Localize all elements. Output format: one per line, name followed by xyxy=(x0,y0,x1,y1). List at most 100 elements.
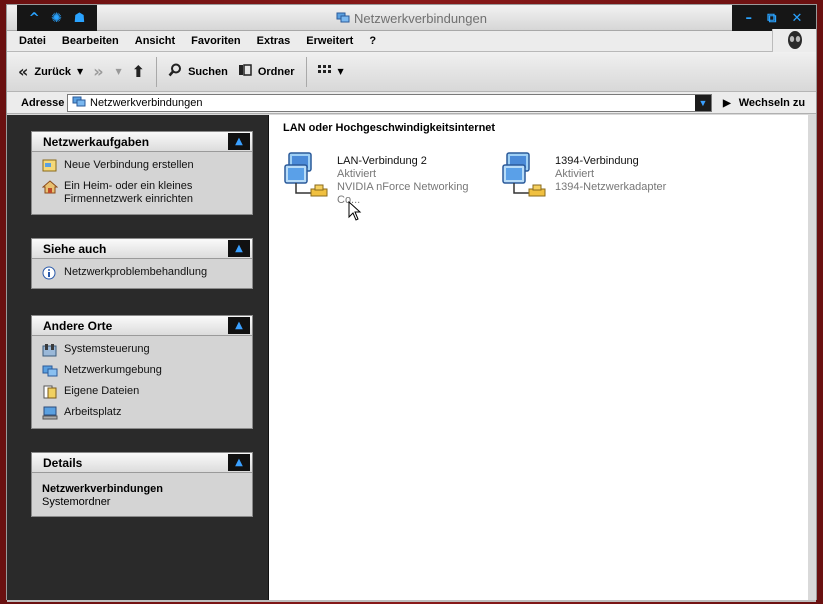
group-header: LAN oder Hochgeschwindigkeitsinternet xyxy=(283,122,496,134)
address-label: Adresse xyxy=(21,97,65,109)
title-bar[interactable]: ^ ✺ ☗ Netzwerkverbindungen – ⧉ ✕ xyxy=(7,5,816,31)
panel-body: Netzwerkproblembehandlung xyxy=(32,259,252,288)
panel-body: Neue Verbindung erstellen Ein Heim- oder… xyxy=(32,152,252,214)
place-control-panel[interactable]: Systemsteuerung xyxy=(42,343,244,357)
place-label: Arbeitsplatz xyxy=(64,406,122,418)
menu-view[interactable]: Ansicht xyxy=(135,35,175,47)
panel-title: Details xyxy=(43,455,83,470)
window-title: Netzwerkverbindungen xyxy=(7,11,816,27)
panel-header[interactable]: Siehe auch ▲ xyxy=(32,239,252,259)
window-title-text: Netzwerkverbindungen xyxy=(354,11,487,26)
search-icon xyxy=(168,62,182,81)
network-places-icon xyxy=(42,364,58,378)
task-home-network[interactable]: Ein Heim- oder ein kleines Firmennetzwer… xyxy=(41,180,244,206)
address-dropdown-icon[interactable]: ▼ xyxy=(695,95,711,111)
connection-item[interactable]: 1394-Verbindung Aktiviert 1394-Netzwerka… xyxy=(501,149,711,199)
views-grid-icon xyxy=(317,62,332,81)
search-button[interactable]: Suchen xyxy=(163,57,233,87)
documents-icon xyxy=(42,385,58,399)
title-right-controls: – ⧉ ✕ xyxy=(732,5,816,31)
windows-logo-icon xyxy=(772,29,816,53)
forward-arrow-icon: » xyxy=(93,62,104,81)
panel-header[interactable]: Andere Orte ▲ xyxy=(32,316,252,336)
toolbar-separator xyxy=(305,56,307,87)
panel-other-places: Andere Orte ▲ Systemsteuerung Netzwerkum… xyxy=(31,315,253,429)
home-network-icon xyxy=(41,180,59,194)
place-my-documents[interactable]: Eigene Dateien xyxy=(42,385,244,399)
back-label: Zurück xyxy=(34,65,72,78)
menu-tools[interactable]: Extras xyxy=(257,35,291,47)
connection-status: Aktiviert xyxy=(337,168,377,180)
search-label: Suchen xyxy=(188,65,228,78)
panel-header[interactable]: Details ▲ xyxy=(32,453,252,473)
connection-name: 1394-Verbindung xyxy=(555,155,639,167)
collapse-icon[interactable]: ▲ xyxy=(228,317,250,334)
content-pane: LAN oder Hochgeschwindigkeitsinternet LA… xyxy=(269,115,808,600)
menu-advanced[interactable]: Erweitert xyxy=(306,35,353,47)
menu-file[interactable]: Datei xyxy=(19,35,46,47)
forward-button[interactable]: » ▼ xyxy=(88,57,127,87)
up-button[interactable]: ⬆ xyxy=(127,57,150,87)
menu-help[interactable]: ? xyxy=(369,35,376,47)
go-button[interactable]: ▶ Wechseln zu xyxy=(717,94,805,112)
explorer-window: ^ ✺ ☗ Netzwerkverbindungen – ⧉ ✕ Datei B… xyxy=(6,4,817,602)
collapse-icon[interactable]: ▲ xyxy=(228,454,250,471)
address-input[interactable] xyxy=(90,97,690,109)
panel-see-also: Siehe auch ▲ Netzwerkproblembehandlung xyxy=(31,238,253,289)
task-label: Neue Verbindung erstellen xyxy=(64,159,194,171)
collapse-icon[interactable]: ▲ xyxy=(228,133,250,150)
panel-body: Systemsteuerung Netzwerkumgebung Eigene … xyxy=(32,336,252,428)
task-troubleshooter[interactable]: Netzwerkproblembehandlung xyxy=(42,266,244,280)
panel-title: Netzwerkaufgaben xyxy=(43,134,150,149)
go-arrow-icon: ▶ xyxy=(723,97,731,109)
folders-button[interactable]: Ordner xyxy=(233,57,300,87)
new-connection-icon xyxy=(42,159,58,173)
address-field[interactable]: ▼ xyxy=(67,94,712,112)
right-border xyxy=(808,115,816,600)
menu-favorites[interactable]: Favoriten xyxy=(191,35,241,47)
task-new-connection[interactable]: Neue Verbindung erstellen xyxy=(42,159,244,173)
connection-status: Aktiviert xyxy=(555,168,595,180)
address-bar: Adresse ▼ ▶ Wechseln zu xyxy=(7,92,816,114)
panel-title: Siehe auch xyxy=(43,241,107,256)
back-arrow-icon: « xyxy=(18,62,29,81)
details-name: Netzwerkverbindungen xyxy=(42,483,164,495)
connection-text: 1394-Verbindung Aktiviert 1394-Netzwerka… xyxy=(555,149,666,199)
mouse-pointer-icon xyxy=(348,201,362,221)
close-icon[interactable]: ✕ xyxy=(792,12,803,25)
place-label: Netzwerkumgebung xyxy=(64,364,162,376)
network-folder-icon xyxy=(336,12,350,27)
connection-device: 1394-Netzwerkadapter xyxy=(555,181,667,193)
up-arrow-icon: ⬆ xyxy=(131,62,146,81)
go-label: Wechseln zu xyxy=(738,97,806,109)
menu-edit[interactable]: Bearbeiten xyxy=(62,35,119,47)
views-dropdown-icon[interactable]: ▼ xyxy=(338,67,344,76)
panel-title: Andere Orte xyxy=(43,318,113,333)
network-folder-icon xyxy=(72,96,86,111)
task-pane: Netzwerkaufgaben ▲ Neue Verbindung erste… xyxy=(7,115,269,600)
back-button[interactable]: « Zurück ▼ xyxy=(13,57,88,87)
place-label: Systemsteuerung xyxy=(64,343,150,355)
toolbar: « Zurück ▼ » ▼ ⬆ Suchen Ordner ▼ xyxy=(7,52,816,92)
info-icon xyxy=(42,266,58,280)
back-dropdown-icon[interactable]: ▼ xyxy=(77,67,83,76)
toolbar-separator xyxy=(156,56,158,87)
minimize-icon[interactable]: – xyxy=(746,12,753,25)
task-label: Ein Heim- oder ein kleines Firmennetzwer… xyxy=(64,180,193,205)
place-label: Eigene Dateien xyxy=(64,385,140,397)
collapse-icon[interactable]: ▲ xyxy=(228,240,250,257)
views-button[interactable]: ▼ xyxy=(313,57,349,87)
menu-bar: Datei Bearbeiten Ansicht Favoriten Extra… xyxy=(7,29,816,53)
place-network-neighborhood[interactable]: Netzwerkumgebung xyxy=(42,364,244,378)
task-label: Netzwerkproblembehandlung xyxy=(64,266,208,278)
connection-item[interactable]: LAN-Verbindung 2 Aktiviert NVIDIA nForce… xyxy=(283,149,493,206)
folders-icon xyxy=(238,62,252,81)
computer-icon xyxy=(42,406,58,420)
restore-icon[interactable]: ⧉ xyxy=(767,12,776,25)
place-my-computer[interactable]: Arbeitsplatz xyxy=(42,406,244,420)
forward-dropdown-icon[interactable]: ▼ xyxy=(116,67,122,76)
panel-body: Netzwerkverbindungen Systemordner xyxy=(32,473,252,516)
firewire-connection-icon xyxy=(501,149,555,199)
panel-header[interactable]: Netzwerkaufgaben ▲ xyxy=(32,132,252,152)
panel-details: Details ▲ Netzwerkverbindungen Systemord… xyxy=(31,452,253,517)
